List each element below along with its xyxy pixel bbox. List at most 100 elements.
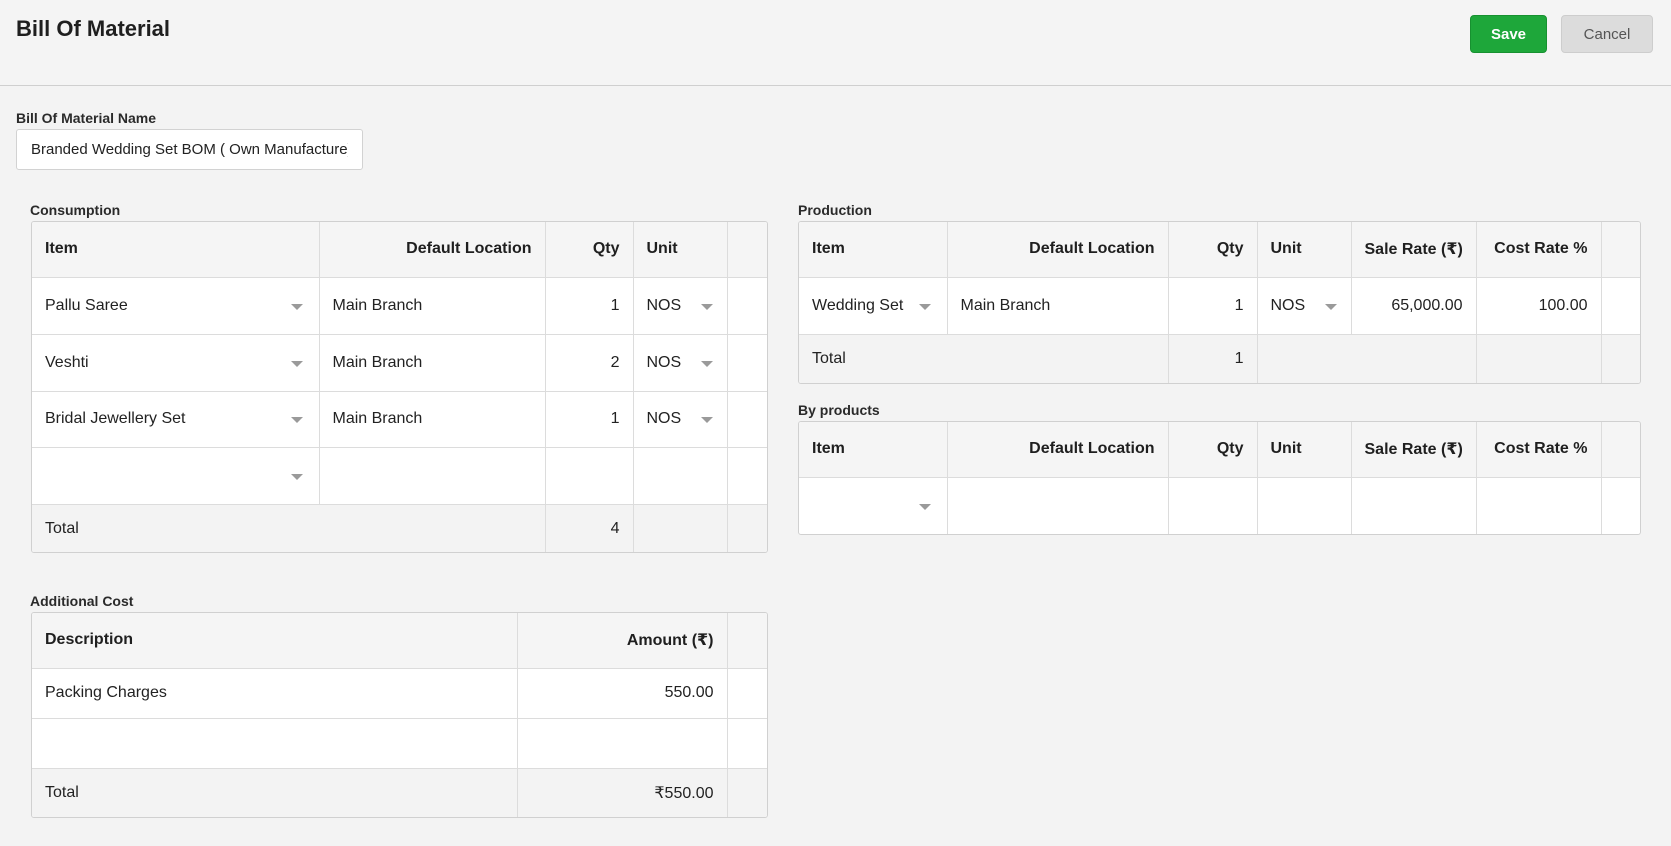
total-label: Total xyxy=(32,504,546,552)
row-actions xyxy=(727,718,767,769)
col-header-actions xyxy=(727,222,767,278)
row-actions xyxy=(1601,477,1640,534)
qty-cell[interactable]: 2 xyxy=(545,334,634,392)
col-header-location: Default Location xyxy=(319,222,546,278)
consumption-table: Item Default Location Qty Unit Pallu Sar… xyxy=(31,221,768,553)
qty-cell[interactable] xyxy=(545,447,634,505)
total-row: Total 1 xyxy=(799,334,1640,383)
page-title: Bill Of Material xyxy=(16,16,171,41)
row-actions xyxy=(727,334,767,392)
qty-cell[interactable] xyxy=(1168,477,1258,534)
cost-rate-cell[interactable] xyxy=(1476,477,1602,534)
item-name: Veshti xyxy=(45,353,89,371)
location-cell[interactable] xyxy=(319,447,546,505)
consumption-label: Consumption xyxy=(30,202,121,218)
total-row: Total 4 xyxy=(32,504,767,552)
cost-rate-cell[interactable]: 100.00 xyxy=(1476,277,1602,335)
col-header-qty: Qty xyxy=(1168,222,1258,278)
production-table: Item Default Location Qty Unit Sale Rate… xyxy=(798,221,1641,384)
col-header-actions xyxy=(727,613,767,669)
sale-rate-cell[interactable] xyxy=(1351,477,1477,534)
col-header-amount: Amount (₹) xyxy=(517,613,728,669)
unit-select[interactable]: NOS xyxy=(633,277,728,335)
unit-cell[interactable] xyxy=(633,447,728,505)
table-row: Veshti Main Branch 2 NOS xyxy=(32,334,767,392)
total-qty: 4 xyxy=(545,504,634,552)
item-name: Wedding Set xyxy=(812,296,904,314)
chevron-down-icon[interactable] xyxy=(918,503,931,510)
col-header-unit: Unit xyxy=(1257,422,1352,478)
item-select[interactable] xyxy=(32,447,320,505)
item-name: Bridal Jewellery Set xyxy=(45,410,186,427)
chevron-down-icon[interactable] xyxy=(1324,303,1337,310)
chevron-down-icon[interactable] xyxy=(700,303,713,310)
col-header-location: Default Location xyxy=(947,222,1169,278)
location-cell[interactable]: Main Branch xyxy=(319,277,546,335)
amount-cell[interactable] xyxy=(517,718,728,769)
col-header-unit: Unit xyxy=(633,222,728,278)
unit-select[interactable]: NOS xyxy=(633,334,728,392)
item-select[interactable]: Veshti xyxy=(32,334,320,392)
unit-cell[interactable] xyxy=(1257,477,1352,534)
table-row-empty xyxy=(32,718,767,769)
col-header-item: Item xyxy=(799,222,948,278)
row-actions xyxy=(727,277,767,335)
col-header-actions xyxy=(1601,222,1640,278)
chevron-down-icon[interactable] xyxy=(918,303,931,310)
additional-cost-table: Description Amount (₹) Packing Charges 5… xyxy=(31,612,768,818)
row-actions xyxy=(1601,277,1640,335)
description-cell[interactable]: Packing Charges xyxy=(32,668,518,719)
col-header-item: Item xyxy=(32,222,320,278)
location-cell[interactable]: Main Branch xyxy=(947,277,1169,335)
table-row: Pallu Saree Main Branch 1 NOS xyxy=(32,277,767,335)
unit-value: NOS xyxy=(646,353,682,371)
total-qty: 1 xyxy=(1168,334,1258,383)
qty-cell[interactable]: 1 xyxy=(545,277,634,335)
bom-name-input[interactable] xyxy=(16,129,363,170)
table-row: Wedding Set Main Branch 1 NOS 65,000.00 … xyxy=(799,277,1640,335)
col-header-description: Description xyxy=(32,613,518,669)
row-actions xyxy=(727,391,767,448)
sale-rate-cell[interactable]: 65,000.00 xyxy=(1351,277,1477,335)
by-products-label: By products xyxy=(798,402,880,418)
additional-cost-label: Additional Cost xyxy=(30,593,134,609)
total-label: Total xyxy=(32,768,518,817)
col-header-cost-rate: Cost Rate % xyxy=(1476,222,1602,278)
col-header-sale-rate: Sale Rate (₹) xyxy=(1351,422,1477,478)
chevron-down-icon[interactable] xyxy=(290,360,303,367)
chevron-down-icon[interactable] xyxy=(700,360,713,367)
description-cell[interactable] xyxy=(32,718,518,769)
unit-select[interactable]: NOS xyxy=(633,391,728,448)
item-select[interactable]: Bridal Jewellery Set xyxy=(32,391,320,448)
total-row: Total ₹550.00 xyxy=(32,768,767,817)
col-header-cost-rate: Cost Rate % xyxy=(1476,422,1602,478)
unit-select[interactable]: NOS xyxy=(1257,277,1352,335)
table-row-empty xyxy=(799,477,1640,534)
table-row-empty xyxy=(32,447,767,505)
item-select[interactable]: Wedding Set xyxy=(799,277,948,335)
total-amount: ₹550.00 xyxy=(517,768,728,817)
amount-cell[interactable]: 550.00 xyxy=(517,668,728,719)
total-label: Total xyxy=(799,334,1169,383)
chevron-down-icon[interactable] xyxy=(700,417,713,423)
col-header-qty: Qty xyxy=(1168,422,1258,478)
col-header-qty: Qty xyxy=(545,222,634,278)
item-select[interactable] xyxy=(799,477,948,534)
table-row: Packing Charges 550.00 xyxy=(32,668,767,719)
save-button[interactable]: Save xyxy=(1470,15,1547,53)
location-cell[interactable] xyxy=(947,477,1169,534)
chevron-down-icon[interactable] xyxy=(290,303,303,310)
qty-cell[interactable]: 1 xyxy=(545,391,634,448)
page-header: Bill Of Material Save Cancel xyxy=(0,0,1671,86)
chevron-down-icon[interactable] xyxy=(290,473,303,480)
cancel-button[interactable]: Cancel xyxy=(1561,15,1653,53)
col-header-item: Item xyxy=(799,422,948,478)
col-header-location: Default Location xyxy=(947,422,1169,478)
location-cell[interactable]: Main Branch xyxy=(319,391,546,448)
bom-name-label: Bill Of Material Name xyxy=(16,110,157,126)
item-select[interactable]: Pallu Saree xyxy=(32,277,320,335)
chevron-down-icon[interactable] xyxy=(290,417,303,423)
by-products-table: Item Default Location Qty Unit Sale Rate… xyxy=(798,421,1641,535)
qty-cell[interactable]: 1 xyxy=(1168,277,1258,335)
location-cell[interactable]: Main Branch xyxy=(319,334,546,392)
